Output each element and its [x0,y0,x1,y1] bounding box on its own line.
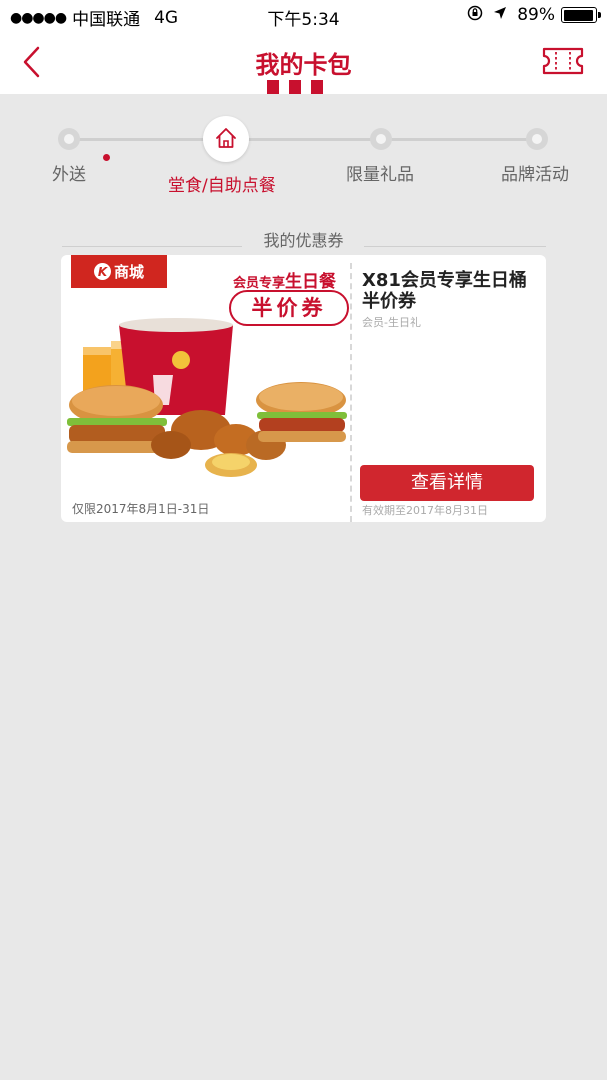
promo-highlight: 生日餐 [285,272,337,292]
view-details-button[interactable]: 查看详情 [360,465,534,501]
mall-badge: K 商城 [71,255,167,288]
tab-dine-in[interactable]: 堂食/自助点餐 [168,171,276,196]
nav-header: 我的卡包 [0,32,607,94]
status-right: 89% [467,5,601,25]
category-stepper: 外送 堂食/自助点餐 限量礼品 品牌活动 [0,94,607,204]
coupon-info: X81会员专享生日桶半价券 会员-生日礼 查看详情 有效期至2017年8月31日 [353,255,546,522]
battery-percent: 89% [517,5,555,25]
promo-prefix: 会员专享 [233,276,286,291]
stepper-track [70,138,538,141]
orientation-lock-icon [467,5,483,25]
tab-delivery[interactable]: 外送 [52,160,86,185]
divider-right [364,246,546,247]
step-node-delivery[interactable] [58,128,80,150]
coupon-image: K 商城 会员专享生日餐 半价券 仅限2017年8月1日-31日 [61,255,350,522]
coupon-perforation [350,263,352,522]
tab-limited-gifts[interactable]: 限量礼品 [346,160,414,185]
coupon-name: X81会员专享生日桶半价券 [362,270,527,312]
coupon-card[interactable]: K 商城 会员专享生日餐 半价券 仅限2017年8月1日-31日 X81会员专享… [61,255,546,522]
brand-stripes-icon [267,80,333,94]
status-bar: ●●●●● 中国联通 4G 下午5:34 89% [0,0,607,32]
notification-dot [103,154,110,161]
food-illustration [67,318,347,477]
section-title: 我的优惠券 [263,231,344,250]
ticket-button[interactable] [541,46,585,76]
page-title: 我的卡包 [255,51,352,79]
kfc-k-logo-icon: K [93,263,111,280]
expiry-date: 有效期至2017年8月31日 [362,504,488,517]
promo-heading: 会员专享生日餐 [233,267,336,292]
home-icon [216,128,236,148]
ticket-icon [542,47,584,75]
tab-brand-events[interactable]: 品牌活动 [501,160,569,185]
coupon-category: 会员-生日礼 [362,316,421,329]
step-node-gifts[interactable] [370,128,392,150]
step-node-brand[interactable] [526,128,548,150]
location-arrow-icon [493,6,507,24]
mall-badge-label: 商城 [113,263,144,281]
step-node-dine-in[interactable] [203,116,249,162]
valid-period-left: 仅限2017年8月1日-31日 [72,502,210,516]
battery-icon [561,7,601,23]
